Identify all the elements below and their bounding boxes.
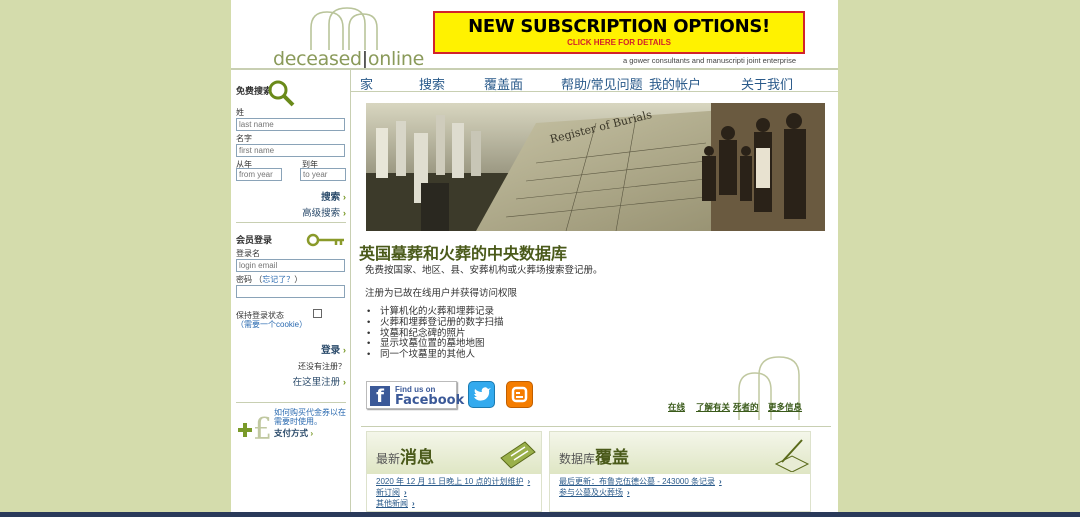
hero-image: Register of Burials <box>366 103 825 231</box>
content-divider <box>361 426 831 427</box>
quill-book-icon <box>774 439 810 472</box>
payment-methods-link[interactable]: 支付方式 › <box>274 427 313 439</box>
twitter-bird-icon <box>474 387 491 401</box>
list-item: 同一个坟墓里的其他人 <box>367 349 504 361</box>
not-registered-text: 还没有注册？ <box>298 362 346 371</box>
latest-news-box: 最新消息 2020 年 12 月 11 日晚上 10 点的计划维护 › 新订阅 › … <box>366 431 542 512</box>
member-login-panel: 会员登录 登录名 密码 （忘记了？） 保持登录状态 （需要一个cookie） 登… <box>236 230 346 388</box>
coverage-link-latest-update[interactable]: 最后更新：布鲁克伍德公墓 - 243000 条记录 › <box>559 476 810 487</box>
voucher-text[interactable]: 如何购买代金券以在需要时使用。 <box>274 408 346 426</box>
banner-title: NEW SUBSCRIPTION OPTIONS! <box>468 16 770 37</box>
blogger-button[interactable] <box>506 381 533 408</box>
page-title: 英国墓葬和火葬的中央数据库 <box>359 244 568 263</box>
subscription-banner[interactable]: NEW SUBSCRIPTION OPTIONS! CLICK HERE FOR… <box>433 11 805 54</box>
register-link[interactable]: 在这里注册 › <box>236 374 346 388</box>
header: deceased|online NEW SUBSCRIPTION OPTIONS… <box>231 0 838 70</box>
hero-graveyard-register-image: Register of Burials <box>366 103 825 231</box>
coverage-title: 数据库覆盖 <box>559 448 630 468</box>
surname-label: 姓 <box>236 108 244 117</box>
advanced-search-link[interactable]: 高级搜索 › <box>236 205 346 219</box>
login-email-input[interactable] <box>236 259 345 272</box>
news-link-new-subscriptions[interactable]: 新订阅 › <box>376 487 541 498</box>
svg-text:£: £ <box>253 412 272 442</box>
facebook-icon: f <box>370 386 390 407</box>
features-list: 计算机化的火葬和埋葬记录 火葬和埋葬登记册的数字扫描 坟墓和纪念碑的照片 显示坟… <box>367 306 504 361</box>
sidebar-divider <box>236 402 346 403</box>
quick-link-deceased[interactable]: 死者的 <box>733 401 759 413</box>
login-link[interactable]: 登录 › <box>236 342 346 356</box>
site-logo[interactable]: deceased|online <box>251 6 424 70</box>
os-taskbar <box>0 512 1080 517</box>
register-note: 注册为已故在线用户并获得访问权限 <box>365 288 518 299</box>
plus-pound-icon: £ <box>238 412 272 442</box>
nav-home[interactable]: 家 <box>360 74 373 93</box>
cookie-note: （需要一个cookie） <box>236 320 308 329</box>
logo-text: deceased|online <box>273 48 425 70</box>
facebook-button[interactable]: f Find us on Facebook <box>366 381 464 409</box>
news-link-other-news[interactable]: 其他新闻 › <box>376 498 541 509</box>
search-link[interactable]: 搜索 › <box>236 189 346 203</box>
coverage-link-participating[interactable]: 参与公墓及火葬场 › <box>559 487 810 498</box>
firstname-label: 名字 <box>236 134 252 143</box>
nav-my-account[interactable]: 我的帐户 <box>649 74 701 93</box>
magnifier-icon <box>268 80 295 107</box>
twitter-button[interactable] <box>468 381 495 408</box>
blogger-icon <box>511 386 528 403</box>
to-year-input[interactable] <box>300 168 346 181</box>
free-search-panel: 免费搜索 姓 名字 从年 到年 搜索 › 高级搜索 › <box>236 78 346 219</box>
main-nav: 家 搜索 覆盖面 帮助/常见问题 我的帐户 关于我们 <box>351 70 838 92</box>
intro-text: 免费按国家、地区、县、安葬机构或火葬场搜索登记册。 <box>365 265 603 276</box>
nav-about[interactable]: 关于我们 <box>741 74 793 93</box>
quick-link-more-info[interactable]: 更多信息 <box>768 401 802 413</box>
nav-coverage[interactable]: 覆盖面 <box>484 74 523 93</box>
list-item: 火葬和埋葬登记册的数字扫描 <box>367 317 504 329</box>
nav-search[interactable]: 搜索 <box>419 74 445 93</box>
news-link-maintenance[interactable]: 2020 年 12 月 11 日晚上 10 点的计划维护 › <box>376 476 541 487</box>
news-title: 最新消息 <box>376 448 435 468</box>
forgot-password-link[interactable]: 忘记了？ <box>262 275 294 284</box>
from-year-input[interactable] <box>236 168 282 181</box>
surname-input[interactable] <box>236 118 345 131</box>
newspaper-icon <box>500 441 536 469</box>
sidebar-divider <box>236 222 346 223</box>
decorative-arches-icon <box>738 356 800 420</box>
key-icon <box>306 233 344 247</box>
banner-subtitle: CLICK HERE FOR DETAILS <box>567 38 671 47</box>
password-input[interactable] <box>236 285 345 298</box>
database-coverage-box: 数据库覆盖 最后更新：布鲁克伍德公墓 - 243000 条记录 › 参与公墓及火葬… <box>549 431 811 512</box>
page-container: deceased|online NEW SUBSCRIPTION OPTIONS… <box>231 0 838 512</box>
sidebar: 免费搜索 姓 名字 从年 到年 搜索 › 高级搜索 › 会员登录 <box>231 70 351 512</box>
username-label: 登录名 <box>236 249 260 258</box>
remember-checkbox[interactable] <box>313 309 322 318</box>
tagline: a gower consultants and manuscripti join… <box>623 56 797 65</box>
password-label: 密码 （忘记了？） <box>236 275 303 284</box>
nav-help[interactable]: 帮助/常见问题 <box>561 74 643 93</box>
quick-link-online[interactable]: 在线 <box>668 401 685 413</box>
quick-link-learn[interactable]: 了解有关 <box>696 401 730 413</box>
firstname-input[interactable] <box>236 144 345 157</box>
